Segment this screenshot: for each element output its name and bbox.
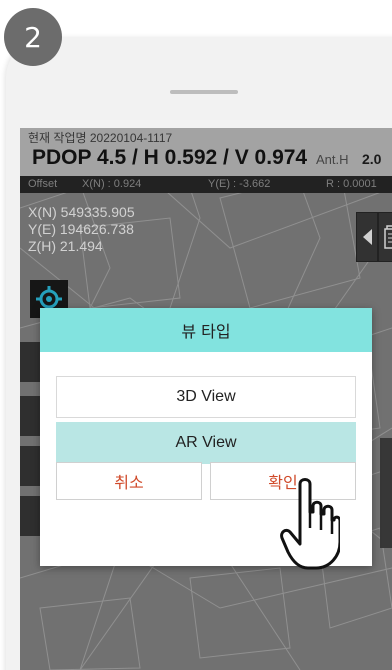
current-coordinates: X(N) 549335.905 Y(E) 194626.738 Z(H) 21.…: [28, 204, 135, 255]
antenna-height-value: 2.0: [362, 151, 382, 167]
option-3d-view[interactable]: 3D View: [56, 376, 356, 418]
tool-button-4[interactable]: [20, 496, 40, 536]
job-name: 현재 작업명 20220104-1117: [28, 131, 173, 145]
offset-y: Y(E) : -3.662: [208, 178, 271, 190]
coord-z: Z(H) 21.494: [28, 238, 103, 254]
document-icon: [384, 225, 392, 249]
back-arrow-icon: [362, 229, 372, 245]
offset-x: X(N) : 0.924: [82, 178, 142, 190]
status-header: 현재 작업명 20220104-1117 PDOP 4.5 / H 0.592 …: [20, 128, 392, 176]
side-panel-tab[interactable]: [380, 438, 392, 548]
option-ar-view[interactable]: AR View: [56, 422, 356, 464]
cancel-button[interactable]: 취소: [56, 462, 202, 500]
tool-button-3[interactable]: [20, 446, 40, 486]
step-badge: 2: [4, 8, 62, 66]
coord-y: Y(E) 194626.738: [28, 221, 134, 237]
coord-x: X(N) 549335.905: [28, 204, 135, 220]
document-button[interactable]: [378, 212, 392, 262]
sheet-handle[interactable]: [170, 90, 238, 94]
pointer-hand-icon: [280, 478, 340, 570]
offset-label: Offset: [28, 178, 58, 190]
dialog-title: 뷰 타입: [40, 308, 372, 352]
offset-bar: Offset X(N) : 0.924 Y(E) : -3.662 R : 0.…: [20, 176, 392, 193]
offset-r: R : 0.0001: [326, 178, 377, 190]
antenna-height-label: Ant.H: [316, 152, 349, 167]
pdop-readout: PDOP 4.5 / H 0.592 / V 0.974: [32, 146, 308, 169]
tool-button-1[interactable]: [20, 342, 40, 382]
collapse-panel-button[interactable]: [356, 212, 378, 262]
tool-button-2[interactable]: [20, 396, 40, 436]
